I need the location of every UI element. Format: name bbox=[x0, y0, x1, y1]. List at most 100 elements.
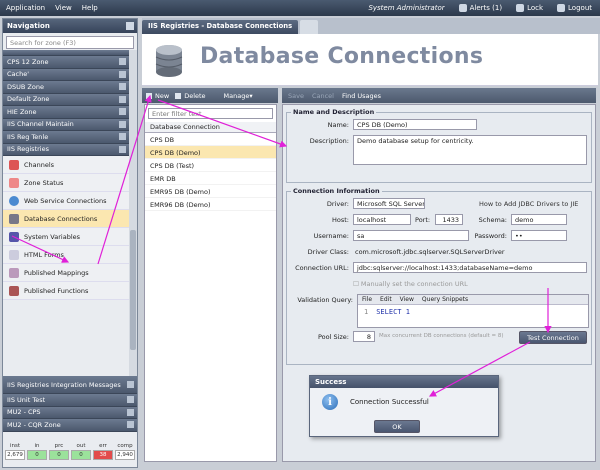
nav-item-iis-integration[interactable]: IIS Registries Integration Messages bbox=[3, 376, 137, 394]
new-icon bbox=[146, 92, 152, 99]
zone-list: CPS 12 Zone Cache' DSUB Zone Default Zon… bbox=[3, 50, 129, 376]
alerts-button[interactable]: Alerts (1) bbox=[458, 4, 502, 12]
list-header: Database Connection bbox=[145, 122, 276, 133]
nav-item-mu2-cqr[interactable]: MU2 - CQR Zone bbox=[3, 419, 137, 432]
filter-input[interactable]: Enter filter text bbox=[148, 108, 273, 119]
editor-edit-menu[interactable]: Edit bbox=[380, 296, 392, 303]
list-item[interactable]: CPS DB bbox=[145, 133, 276, 146]
new-button[interactable]: New bbox=[146, 92, 169, 100]
sub-item-system-variables[interactable]: System Variables bbox=[3, 228, 129, 246]
editor-menubar: File Edit View Query Snippets bbox=[358, 295, 588, 305]
port-field[interactable]: 1433 bbox=[435, 214, 463, 225]
edit-icon[interactable] bbox=[127, 381, 134, 388]
list-item[interactable]: EMR95 DB (Demo) bbox=[145, 185, 276, 198]
editor-snippets-menu[interactable]: Query Snippets bbox=[422, 296, 468, 303]
stat-prc: prc 0 bbox=[49, 443, 69, 465]
nav-item-cache[interactable]: Cache' bbox=[3, 68, 129, 81]
find-usages-button[interactable]: Find Usages bbox=[342, 92, 381, 100]
menu-help[interactable]: Help bbox=[82, 4, 98, 12]
list-item[interactable]: EMR96 DB (Demo) bbox=[145, 198, 276, 211]
sub-item-web-service[interactable]: Web Service Connections bbox=[3, 192, 129, 210]
list-item[interactable]: EMR DB bbox=[145, 172, 276, 185]
validation-query-editor[interactable]: File Edit View Query Snippets 1 SELECT 1 bbox=[357, 294, 589, 328]
nav-item-mu2-cps[interactable]: MU2 - CPS bbox=[3, 406, 137, 419]
nav-item-cps12[interactable]: CPS 12 Zone bbox=[3, 56, 129, 69]
nav-scrollbar[interactable] bbox=[129, 50, 137, 376]
menu-view[interactable]: View bbox=[55, 4, 72, 12]
edit-icon[interactable] bbox=[119, 95, 126, 103]
add-tab-button[interactable] bbox=[300, 20, 319, 34]
nav-item-default[interactable]: Default Zone bbox=[3, 93, 129, 106]
cancel-button[interactable]: Cancel bbox=[312, 92, 334, 100]
stat-out: out 0 bbox=[71, 443, 91, 465]
edit-icon[interactable] bbox=[119, 120, 126, 128]
manage-menu[interactable]: Manage ▾ bbox=[224, 92, 253, 100]
sub-item-published-functions[interactable]: Published Functions bbox=[3, 282, 129, 300]
lock-icon bbox=[516, 4, 525, 12]
test-connection-button[interactable]: Test Connection bbox=[519, 331, 587, 344]
sub-item-published-mappings[interactable]: Published Mappings bbox=[3, 264, 129, 282]
alert-icon bbox=[458, 4, 467, 12]
driver-class-value: com.microsoft.jdbc.sqlserver.SQLServerDr… bbox=[355, 248, 505, 256]
logout-button[interactable]: Logout bbox=[557, 4, 592, 12]
scroll-thumb[interactable] bbox=[130, 230, 136, 350]
edit-icon[interactable] bbox=[119, 133, 126, 141]
zone-search-input[interactable]: Search for zone (F3) bbox=[6, 36, 134, 49]
line-number: 1 bbox=[364, 308, 369, 316]
stat-err: err 38 bbox=[93, 443, 113, 465]
editor-file-menu[interactable]: File bbox=[362, 296, 372, 303]
edit-icon[interactable] bbox=[127, 396, 134, 404]
function-icon bbox=[9, 285, 19, 296]
ok-button[interactable]: OK bbox=[374, 420, 420, 433]
channels-icon bbox=[9, 159, 19, 170]
sub-item-zone-status[interactable]: Zone Status bbox=[3, 174, 129, 192]
name-field[interactable]: CPS DB (Demo) bbox=[353, 119, 477, 130]
menu-application[interactable]: Application bbox=[6, 4, 45, 12]
pool-size-hint: Max concurrent DB connections (default =… bbox=[379, 333, 504, 339]
host-field[interactable]: localhost bbox=[353, 214, 411, 225]
sub-item-channels[interactable]: Channels bbox=[3, 156, 129, 174]
nav-item-dsub[interactable]: DSUB Zone bbox=[3, 81, 129, 94]
pin-icon[interactable] bbox=[126, 22, 134, 30]
schema-field[interactable]: demo bbox=[511, 214, 567, 225]
edit-icon[interactable] bbox=[119, 58, 126, 66]
description-field[interactable]: Demo database setup for centricity. bbox=[353, 135, 587, 165]
nav-item-iis-unit-test[interactable]: IIS Unit Test bbox=[3, 394, 137, 407]
nav-item-iis-registries[interactable]: IIS Registries bbox=[3, 143, 129, 156]
edit-icon[interactable] bbox=[119, 70, 126, 78]
connection-url-field[interactable]: jdbc:sqlserver://localhost:1433;database… bbox=[353, 262, 587, 273]
nav-item-iis-reg[interactable]: IIS Reg Tenle bbox=[3, 131, 129, 144]
edit-icon[interactable] bbox=[119, 145, 126, 153]
tab-database-connections[interactable]: IIS Registries - Database Connections bbox=[142, 20, 299, 34]
editor-view-menu[interactable]: View bbox=[400, 296, 414, 303]
stat-inst: inst 2,679 bbox=[5, 443, 25, 465]
edit-icon[interactable] bbox=[119, 108, 126, 116]
pool-size-field[interactable]: 8 bbox=[353, 331, 375, 342]
form-icon bbox=[9, 249, 19, 260]
driver-select[interactable]: Microsoft SQL Server ▾ bbox=[353, 198, 425, 209]
list-item[interactable]: CPS DB (Test) bbox=[145, 159, 276, 172]
password-field[interactable]: •• bbox=[511, 230, 567, 241]
sub-item-html-forms[interactable]: HTML Forms bbox=[3, 246, 129, 264]
info-icon: i bbox=[322, 394, 338, 410]
nav-item-hie[interactable]: HIE Zone bbox=[3, 106, 129, 119]
nav-item-iis-channel[interactable]: IIS Channel Maintain bbox=[3, 118, 129, 131]
database-icon bbox=[155, 45, 183, 77]
save-button[interactable]: Save bbox=[288, 92, 304, 100]
username-field[interactable]: sa bbox=[353, 230, 469, 241]
edit-icon[interactable] bbox=[119, 83, 126, 91]
sub-item-database-connections[interactable]: Database Connections bbox=[3, 210, 129, 228]
validation-query-text: SELECT 1 bbox=[376, 308, 410, 316]
delete-button[interactable]: Delete bbox=[175, 92, 206, 100]
jdbc-help-link[interactable]: How to Add JDBC Drivers to JIE bbox=[479, 200, 578, 208]
edit-icon[interactable] bbox=[127, 408, 134, 416]
variable-icon bbox=[9, 231, 19, 242]
zone-list-bottom: IIS Registries Integration Messages IIS … bbox=[3, 376, 137, 432]
stat-in: in 0 bbox=[27, 443, 47, 465]
manual-url-checkbox[interactable]: ☐ Manually set the connection URL bbox=[353, 280, 468, 288]
list-item-selected[interactable]: CPS DB (Demo) bbox=[145, 146, 276, 159]
success-dialog: Success i Connection Successful OK bbox=[309, 375, 499, 437]
edit-icon[interactable] bbox=[127, 421, 134, 429]
stat-comp: comp 2,940 bbox=[115, 443, 135, 465]
lock-button[interactable]: Lock bbox=[516, 4, 543, 12]
